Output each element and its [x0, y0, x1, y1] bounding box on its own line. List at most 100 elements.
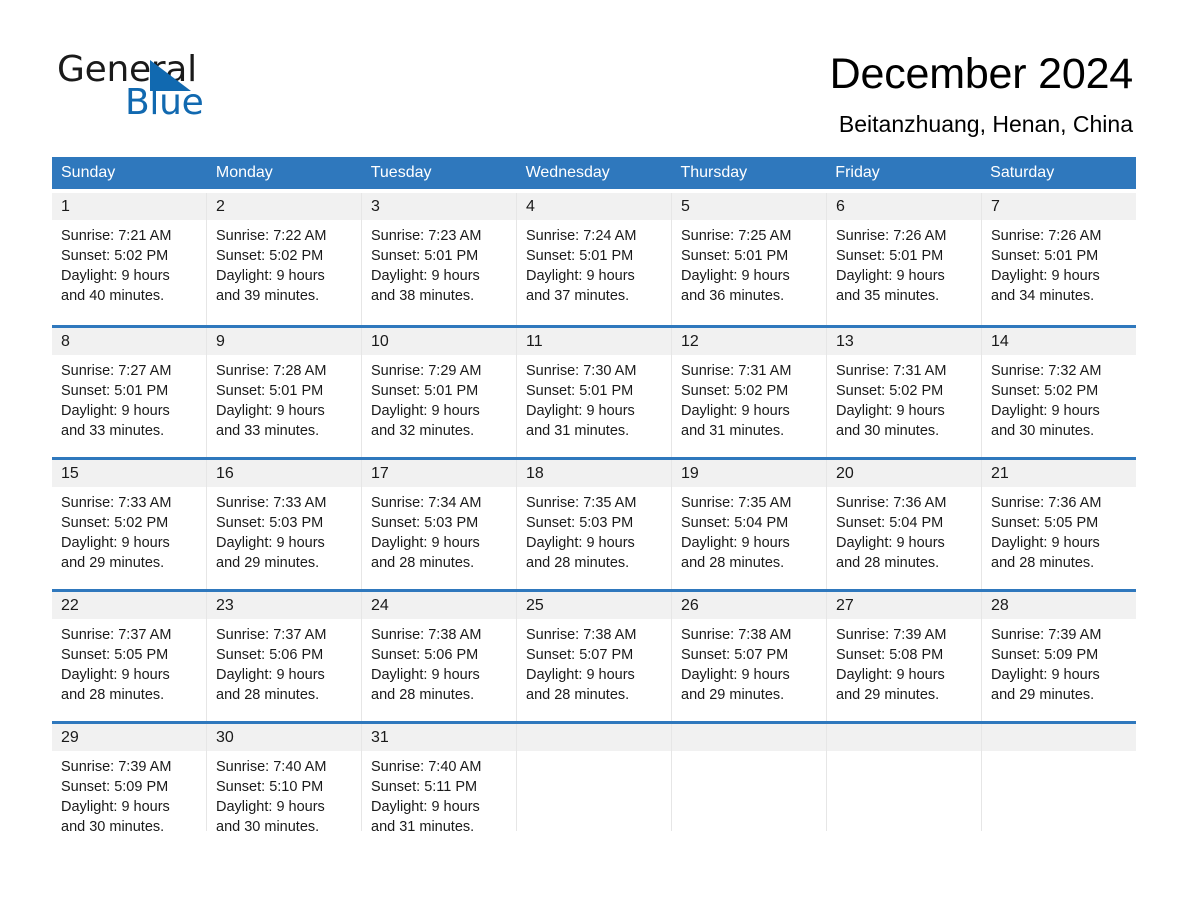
- day-cell[interactable]: 6 Sunrise: 7:26 AM Sunset: 5:01 PM Dayli…: [827, 193, 982, 325]
- sunset-text: Sunset: 5:03 PM: [526, 515, 634, 531]
- day-cell[interactable]: 27 Sunrise: 7:39 AM Sunset: 5:08 PM Dayl…: [827, 592, 982, 721]
- day-cell[interactable]: 5 Sunrise: 7:25 AM Sunset: 5:01 PM Dayli…: [672, 193, 827, 325]
- day-number: 29: [52, 724, 206, 751]
- day-number: [517, 724, 671, 751]
- daylight-text-line1: Daylight: 9 hours: [61, 799, 170, 815]
- sunset-text: Sunset: 5:06 PM: [371, 647, 479, 663]
- daylight-text-line2: and 32 minutes.: [371, 423, 475, 439]
- day-cell[interactable]: 20 Sunrise: 7:36 AM Sunset: 5:04 PM Dayl…: [827, 460, 982, 589]
- daylight-text-line2: and 39 minutes.: [216, 288, 320, 304]
- sunset-text: Sunset: 5:01 PM: [681, 248, 789, 264]
- day-cell[interactable]: 8 Sunrise: 7:27 AM Sunset: 5:01 PM Dayli…: [52, 328, 207, 457]
- day-cell[interactable]: 4 Sunrise: 7:24 AM Sunset: 5:01 PM Dayli…: [517, 193, 672, 325]
- day-cell[interactable]: 3 Sunrise: 7:23 AM Sunset: 5:01 PM Dayli…: [362, 193, 517, 325]
- day-cell[interactable]: 31 Sunrise: 7:40 AM Sunset: 5:11 PM Dayl…: [362, 724, 517, 835]
- day-details: Sunrise: 7:26 AM Sunset: 5:01 PM Dayligh…: [982, 220, 1136, 306]
- daylight-text-line2: and 31 minutes.: [526, 423, 630, 439]
- day-number: 25: [517, 592, 671, 619]
- day-cell[interactable]: 1 Sunrise: 7:21 AM Sunset: 5:02 PM Dayli…: [52, 193, 207, 325]
- daylight-text-line1: Daylight: 9 hours: [371, 667, 480, 683]
- day-details: Sunrise: 7:40 AM Sunset: 5:10 PM Dayligh…: [207, 751, 361, 837]
- day-cell[interactable]: 9 Sunrise: 7:28 AM Sunset: 5:01 PM Dayli…: [207, 328, 362, 457]
- day-cell[interactable]: 10 Sunrise: 7:29 AM Sunset: 5:01 PM Dayl…: [362, 328, 517, 457]
- day-details: Sunrise: 7:37 AM Sunset: 5:05 PM Dayligh…: [52, 619, 206, 705]
- sunrise-text: Sunrise: 7:23 AM: [371, 228, 482, 244]
- day-details: Sunrise: 7:32 AM Sunset: 5:02 PM Dayligh…: [982, 355, 1136, 441]
- sunrise-text: Sunrise: 7:39 AM: [836, 627, 947, 643]
- weekday-header-sunday: Sunday: [61, 164, 116, 181]
- day-number: [827, 724, 981, 751]
- daylight-text-line2: and 36 minutes.: [681, 288, 785, 304]
- day-cell[interactable]: 12 Sunrise: 7:31 AM Sunset: 5:02 PM Dayl…: [672, 328, 827, 457]
- day-number: 16: [207, 460, 361, 487]
- sunset-text: Sunset: 5:04 PM: [681, 515, 789, 531]
- daylight-text-line1: Daylight: 9 hours: [526, 667, 635, 683]
- sunset-text: Sunset: 5:01 PM: [371, 383, 479, 399]
- daylight-text-line2: and 40 minutes.: [61, 288, 165, 304]
- daylight-text-line2: and 30 minutes.: [216, 819, 320, 835]
- sunset-text: Sunset: 5:11 PM: [371, 779, 478, 795]
- sunset-text: Sunset: 5:03 PM: [371, 515, 479, 531]
- day-details: Sunrise: 7:31 AM Sunset: 5:02 PM Dayligh…: [672, 355, 826, 441]
- week-row: 29 Sunrise: 7:39 AM Sunset: 5:09 PM Dayl…: [52, 721, 1136, 835]
- sunrise-text: Sunrise: 7:39 AM: [61, 759, 172, 775]
- day-number: 23: [207, 592, 361, 619]
- sunset-text: Sunset: 5:02 PM: [681, 383, 789, 399]
- daylight-text-line2: and 30 minutes.: [61, 819, 165, 835]
- day-cell[interactable]: 19 Sunrise: 7:35 AM Sunset: 5:04 PM Dayl…: [672, 460, 827, 589]
- day-details: Sunrise: 7:23 AM Sunset: 5:01 PM Dayligh…: [362, 220, 516, 306]
- daylight-text-line1: Daylight: 9 hours: [216, 799, 325, 815]
- daylight-text-line2: and 29 minutes.: [681, 687, 785, 703]
- day-number: [672, 724, 826, 751]
- daylight-text-line1: Daylight: 9 hours: [371, 799, 480, 815]
- sunset-text: Sunset: 5:01 PM: [371, 248, 479, 264]
- sunrise-text: Sunrise: 7:22 AM: [216, 228, 327, 244]
- day-cell[interactable]: 23 Sunrise: 7:37 AM Sunset: 5:06 PM Dayl…: [207, 592, 362, 721]
- day-cell[interactable]: 7 Sunrise: 7:26 AM Sunset: 5:01 PM Dayli…: [982, 193, 1136, 325]
- daylight-text-line2: and 31 minutes.: [371, 819, 475, 835]
- day-number: 21: [982, 460, 1136, 487]
- day-cell[interactable]: 25 Sunrise: 7:38 AM Sunset: 5:07 PM Dayl…: [517, 592, 672, 721]
- day-cell[interactable]: 14 Sunrise: 7:32 AM Sunset: 5:02 PM Dayl…: [982, 328, 1136, 457]
- day-cell[interactable]: 30 Sunrise: 7:40 AM Sunset: 5:10 PM Dayl…: [207, 724, 362, 835]
- sunrise-text: Sunrise: 7:37 AM: [61, 627, 172, 643]
- sunrise-text: Sunrise: 7:25 AM: [681, 228, 792, 244]
- day-cell[interactable]: 22 Sunrise: 7:37 AM Sunset: 5:05 PM Dayl…: [52, 592, 207, 721]
- sunset-text: Sunset: 5:01 PM: [526, 248, 634, 264]
- weekday-header-thursday: Thursday: [680, 164, 748, 181]
- sunset-text: Sunset: 5:02 PM: [991, 383, 1099, 399]
- day-cell[interactable]: 26 Sunrise: 7:38 AM Sunset: 5:07 PM Dayl…: [672, 592, 827, 721]
- day-details: Sunrise: 7:21 AM Sunset: 5:02 PM Dayligh…: [52, 220, 206, 306]
- day-cell[interactable]: 2 Sunrise: 7:22 AM Sunset: 5:02 PM Dayli…: [207, 193, 362, 325]
- day-cell[interactable]: 18 Sunrise: 7:35 AM Sunset: 5:03 PM Dayl…: [517, 460, 672, 589]
- day-cell[interactable]: 24 Sunrise: 7:38 AM Sunset: 5:06 PM Dayl…: [362, 592, 517, 721]
- day-details: Sunrise: 7:39 AM Sunset: 5:08 PM Dayligh…: [827, 619, 981, 705]
- day-number: 5: [672, 193, 826, 220]
- daylight-text-line2: and 31 minutes.: [681, 423, 785, 439]
- day-cell[interactable]: 13 Sunrise: 7:31 AM Sunset: 5:02 PM Dayl…: [827, 328, 982, 457]
- weekday-header-saturday: Saturday: [990, 164, 1055, 181]
- sunrise-text: Sunrise: 7:21 AM: [61, 228, 172, 244]
- day-number: 8: [52, 328, 206, 355]
- day-cell[interactable]: 11 Sunrise: 7:30 AM Sunset: 5:01 PM Dayl…: [517, 328, 672, 457]
- day-cell[interactable]: 15 Sunrise: 7:33 AM Sunset: 5:02 PM Dayl…: [52, 460, 207, 589]
- day-cell[interactable]: 21 Sunrise: 7:36 AM Sunset: 5:05 PM Dayl…: [982, 460, 1136, 589]
- day-cell-empty: [982, 724, 1136, 831]
- day-cell[interactable]: 28 Sunrise: 7:39 AM Sunset: 5:09 PM Dayl…: [982, 592, 1136, 721]
- daylight-text-line2: and 30 minutes.: [991, 423, 1095, 439]
- day-details: Sunrise: 7:38 AM Sunset: 5:06 PM Dayligh…: [362, 619, 516, 705]
- day-cell[interactable]: 16 Sunrise: 7:33 AM Sunset: 5:03 PM Dayl…: [207, 460, 362, 589]
- sunrise-text: Sunrise: 7:26 AM: [991, 228, 1102, 244]
- day-number: [982, 724, 1136, 751]
- generalblue-logo[interactable]: General Blue: [57, 50, 287, 123]
- daylight-text-line2: and 28 minutes.: [371, 687, 475, 703]
- day-cell[interactable]: 17 Sunrise: 7:34 AM Sunset: 5:03 PM Dayl…: [362, 460, 517, 589]
- day-details: Sunrise: 7:35 AM Sunset: 5:03 PM Dayligh…: [517, 487, 671, 573]
- day-number: 17: [362, 460, 516, 487]
- week-row: 8 Sunrise: 7:27 AM Sunset: 5:01 PM Dayli…: [52, 325, 1136, 457]
- daylight-text-line2: and 33 minutes.: [61, 423, 165, 439]
- day-number: 11: [517, 328, 671, 355]
- day-cell[interactable]: 29 Sunrise: 7:39 AM Sunset: 5:09 PM Dayl…: [52, 724, 207, 835]
- daylight-text-line1: Daylight: 9 hours: [681, 268, 790, 284]
- daylight-text-line2: and 29 minutes.: [61, 555, 165, 571]
